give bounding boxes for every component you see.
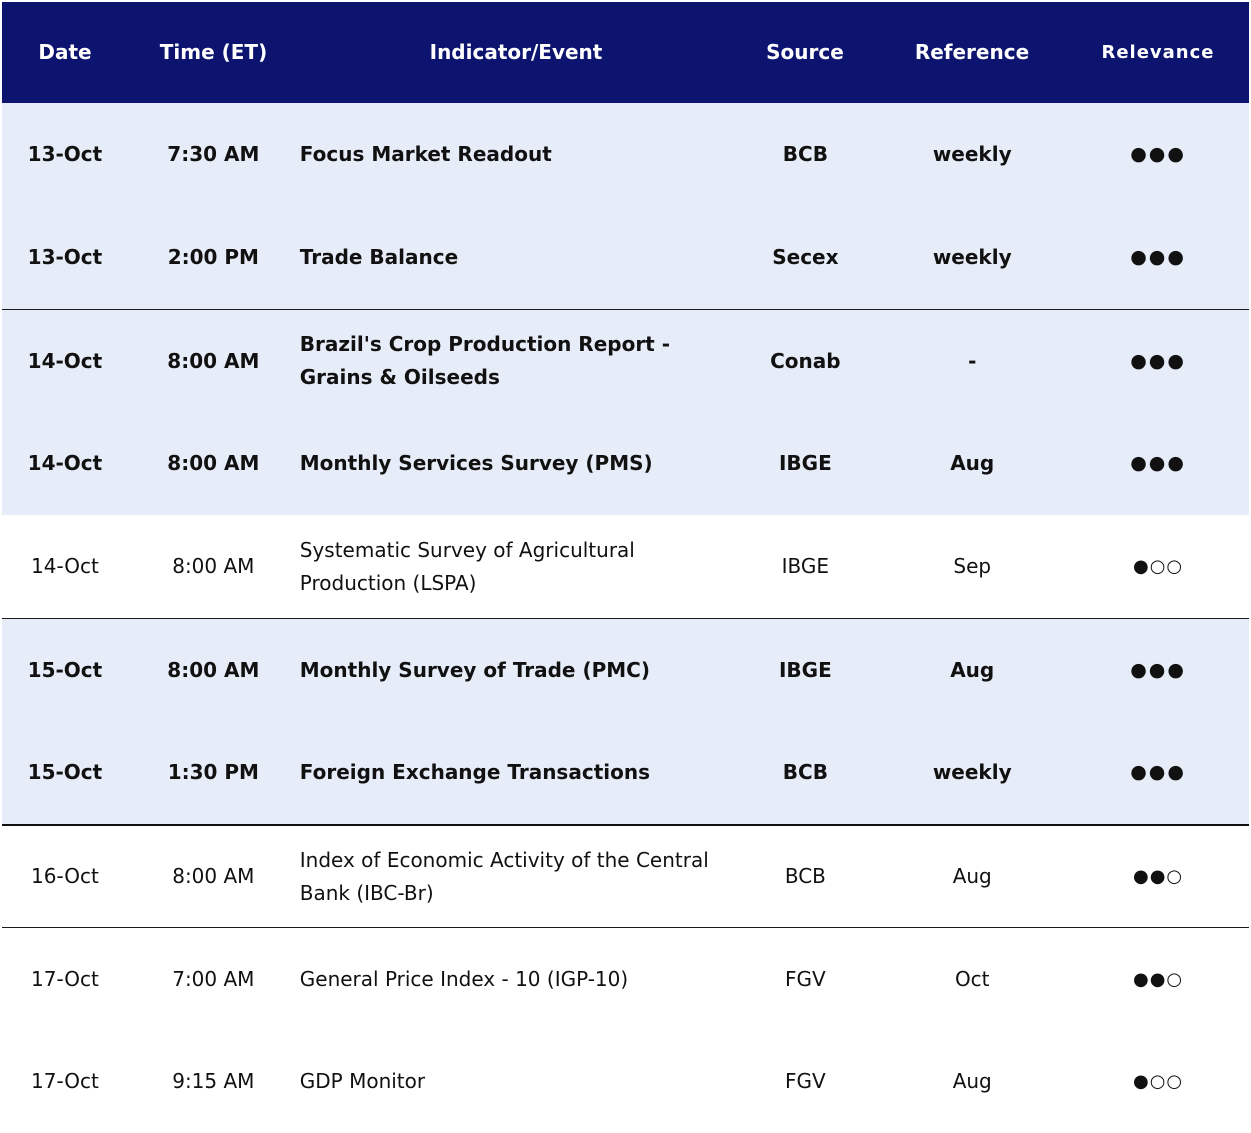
relevance-dots-icon: ●●○ bbox=[1133, 866, 1184, 887]
cell-time: 8:00 AM bbox=[167, 348, 260, 373]
cell-time: 2:00 PM bbox=[167, 245, 259, 269]
cell-source: FGV bbox=[785, 966, 826, 991]
cell-source: IBGE bbox=[778, 657, 832, 682]
header-relevance: Relevance bbox=[1101, 42, 1215, 63]
cell-time: 8:00 AM bbox=[167, 657, 260, 682]
cell-reference: Oct bbox=[954, 966, 990, 991]
table-row: 17-Oct 9:15 AM GDP Monitor FGV Aug ●○○ bbox=[2, 1030, 1249, 1133]
cell-time: 7:00 AM bbox=[172, 966, 255, 991]
cell-date: 14-Oct bbox=[27, 451, 103, 475]
cell-source: IBGE bbox=[781, 554, 830, 578]
cell-date: 13-Oct bbox=[27, 142, 103, 166]
cell-date: 15-Oct bbox=[27, 657, 103, 682]
cell-event: Brazil's Crop Production Report - Grains… bbox=[299, 332, 671, 389]
table-row: 15-Oct 8:00 AM Monthly Survey of Trade (… bbox=[2, 618, 1249, 721]
relevance-dots-icon: ●●● bbox=[1130, 246, 1186, 268]
cell-date: 14-Oct bbox=[31, 554, 99, 578]
header-time: Time (ET) bbox=[159, 40, 268, 64]
cell-source: Conab bbox=[770, 348, 841, 373]
cell-date: 14-Oct bbox=[27, 348, 103, 373]
relevance-dots-icon: ●○○ bbox=[1133, 556, 1184, 577]
header-source: Source bbox=[766, 40, 844, 64]
table-row: 13-Oct 2:00 PM Trade Balance Secex weekl… bbox=[2, 206, 1249, 309]
cell-date: 16-Oct bbox=[31, 864, 99, 888]
cell-source: BCB bbox=[784, 864, 826, 888]
cell-reference: Aug bbox=[952, 1069, 992, 1093]
relevance-dots-icon: ●●● bbox=[1130, 658, 1186, 681]
cell-source: BCB bbox=[782, 760, 828, 784]
cell-time: 8:00 AM bbox=[167, 451, 260, 475]
table-row: 14-Oct 8:00 AM Systematic Survey of Agri… bbox=[2, 515, 1249, 618]
cell-time: 7:30 AM bbox=[167, 142, 260, 166]
cell-time: 9:15 AM bbox=[172, 1069, 255, 1093]
header-date: Date bbox=[38, 40, 92, 64]
cell-event: GDP Monitor bbox=[299, 1069, 426, 1093]
cell-date: 17-Oct bbox=[31, 966, 99, 991]
cell-event: Index of Economic Activity of the Centra… bbox=[299, 847, 709, 905]
table-row: 14-Oct 8:00 AM Monthly Services Survey (… bbox=[2, 412, 1249, 515]
cell-source: IBGE bbox=[778, 451, 832, 475]
cell-reference: Sep bbox=[953, 554, 992, 578]
cell-time: 1:30 PM bbox=[167, 760, 259, 784]
cell-reference: Aug bbox=[952, 864, 992, 888]
cell-source: BCB bbox=[782, 142, 828, 166]
cell-date: 15-Oct bbox=[27, 760, 103, 784]
cell-source: Secex bbox=[772, 245, 839, 269]
cell-reference: Aug bbox=[950, 451, 995, 475]
relevance-dots-icon: ●●○ bbox=[1133, 968, 1184, 990]
table-row: 15-Oct 1:30 PM Foreign Exchange Transact… bbox=[2, 721, 1249, 824]
relevance-dots-icon: ●●● bbox=[1130, 349, 1186, 372]
table-row: 16-Oct 8:00 AM Index of Economic Activit… bbox=[2, 824, 1249, 927]
table-row: 17-Oct 7:00 AM General Price Index - 10 … bbox=[2, 927, 1249, 1030]
cell-reference: weekly bbox=[932, 142, 1012, 166]
cell-event: Foreign Exchange Transactions bbox=[299, 760, 650, 784]
cell-event: General Price Index - 10 (IGP-10) bbox=[299, 966, 629, 991]
cell-date: 13-Oct bbox=[27, 245, 103, 269]
table-header: Date Time (ET) Indicator/Event Source Re… bbox=[2, 2, 1249, 103]
cell-time: 8:00 AM bbox=[172, 554, 255, 578]
header-reference: Reference bbox=[914, 40, 1030, 64]
relevance-dots-icon: ●○○ bbox=[1133, 1071, 1184, 1092]
cell-reference: - bbox=[968, 348, 977, 373]
cell-reference: weekly bbox=[932, 245, 1012, 269]
economic-calendar-table: Date Time (ET) Indicator/Event Source Re… bbox=[2, 2, 1249, 1133]
cell-event: Systematic Survey of Agricultural Produc… bbox=[299, 537, 635, 595]
cell-event: Focus Market Readout bbox=[299, 142, 552, 166]
relevance-dots-icon: ●●● bbox=[1130, 761, 1186, 783]
table-row: 14-Oct 8:00 AM Brazil's Crop Production … bbox=[2, 309, 1249, 412]
cell-reference: weekly bbox=[932, 760, 1012, 784]
cell-date: 17-Oct bbox=[31, 1069, 99, 1093]
table-row: 13-Oct 7:30 AM Focus Market Readout BCB … bbox=[2, 103, 1249, 206]
relevance-dots-icon: ●●● bbox=[1130, 452, 1186, 474]
cell-event: Monthly Survey of Trade (PMC) bbox=[299, 657, 650, 682]
cell-reference: Aug bbox=[950, 657, 995, 682]
header-event: Indicator/Event bbox=[429, 40, 603, 64]
relevance-dots-icon: ●●● bbox=[1130, 143, 1186, 165]
cell-time: 8:00 AM bbox=[172, 864, 255, 888]
cell-event: Trade Balance bbox=[299, 245, 459, 269]
cell-source: FGV bbox=[785, 1069, 826, 1093]
cell-event: Monthly Services Survey (PMS) bbox=[299, 451, 653, 475]
